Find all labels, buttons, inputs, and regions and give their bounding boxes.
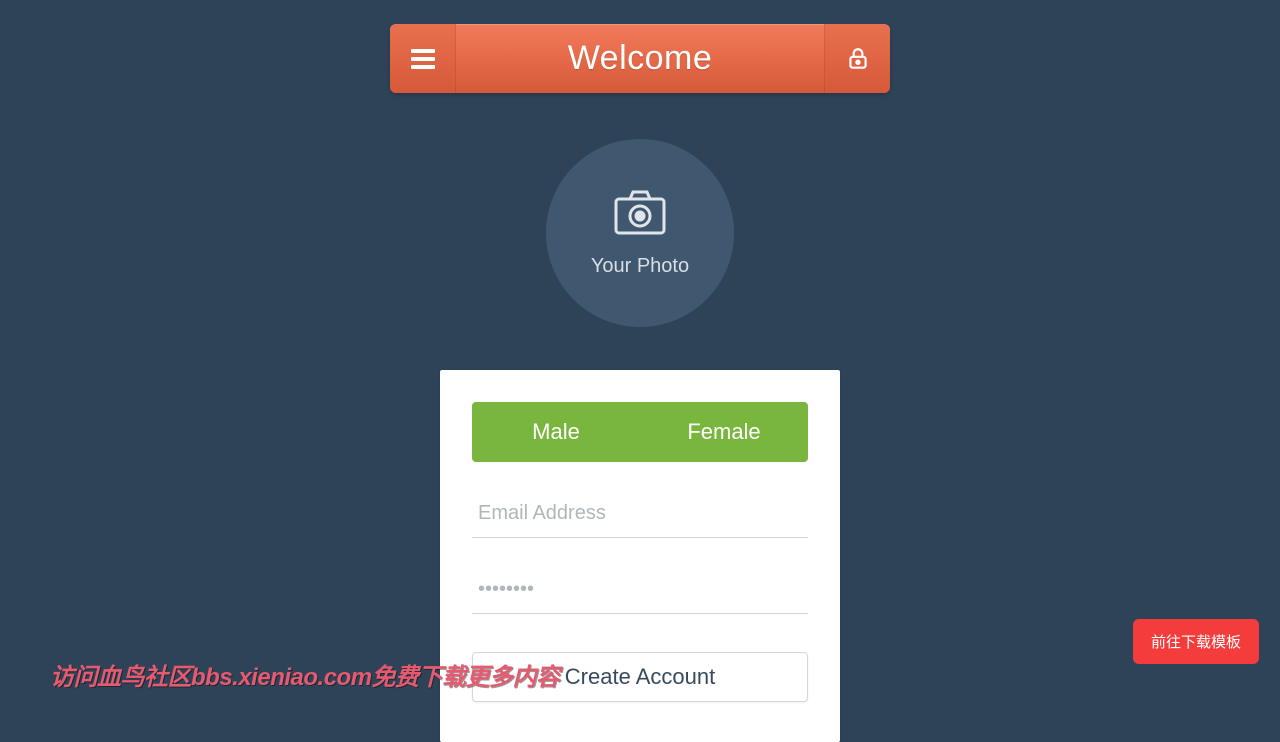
watermark-text: 访问血鸟社区bbs.xieniao.com免费下载更多内容 [50, 657, 560, 692]
hamburger-icon [411, 49, 435, 69]
lock-button[interactable] [824, 24, 890, 93]
gender-toggle: Male Female [472, 402, 808, 462]
download-template-button[interactable]: 前往下载模板 [1133, 619, 1259, 664]
gender-male[interactable]: Male [472, 402, 640, 462]
email-field[interactable] [472, 490, 808, 538]
menu-button[interactable] [390, 24, 456, 93]
photo-upload[interactable]: Your Photo [546, 139, 734, 327]
photo-label: Your Photo [591, 255, 689, 278]
gender-female[interactable]: Female [640, 402, 808, 462]
lock-icon [845, 46, 871, 72]
page-title: Welcome [456, 39, 824, 78]
password-field[interactable] [472, 566, 808, 614]
camera-icon [613, 189, 667, 237]
header-bar: Welcome [390, 24, 890, 93]
